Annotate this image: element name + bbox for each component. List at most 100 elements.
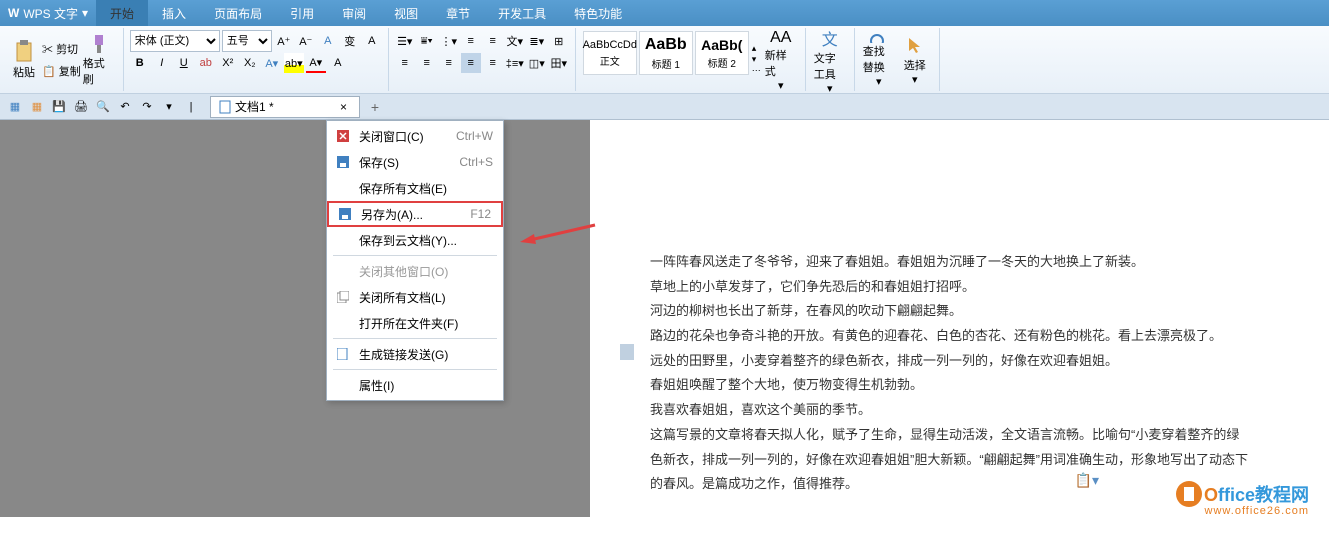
- quick-access-bar: ▦ ▦ 💾 🖨 🔍 ↶ ↷ ▾ | 文档1 * × +: [0, 94, 1329, 120]
- save-icon: [335, 154, 351, 170]
- bold-button[interactable]: B: [130, 53, 150, 73]
- text-effect-button[interactable]: A▾: [262, 53, 282, 73]
- menu-save[interactable]: 保存(S) Ctrl+S: [327, 149, 503, 175]
- menu-separator: [333, 369, 497, 370]
- document-tab[interactable]: 文档1 * ×: [210, 96, 360, 118]
- app-logo: W WPS 文字 ▾: [0, 5, 96, 22]
- menu-close-window[interactable]: 关闭窗口(C) Ctrl+W: [327, 123, 503, 149]
- qa-more-icon[interactable]: ▾: [160, 98, 178, 116]
- tab-view[interactable]: 视图: [380, 0, 432, 26]
- qa-redo-icon[interactable]: ↷: [138, 98, 156, 116]
- text-direction-button[interactable]: 文▾: [505, 31, 525, 51]
- tab-insert[interactable]: 插入: [148, 0, 200, 26]
- align-distribute-button[interactable]: ≡: [483, 53, 503, 73]
- doc-line: 我喜欢春姐姐，喜欢这个美丽的季节。: [650, 398, 1250, 423]
- italic-button[interactable]: I: [152, 53, 172, 73]
- close-all-icon: [335, 289, 351, 305]
- font-name-select[interactable]: 宋体 (正文): [130, 30, 220, 52]
- select-button[interactable]: 选择▾: [897, 30, 933, 90]
- paste-button[interactable]: 粘贴: [6, 30, 42, 90]
- align-left-button[interactable]: ≡: [395, 53, 415, 73]
- paste-icon: [14, 40, 34, 64]
- qa-save-icon[interactable]: 💾: [50, 98, 68, 116]
- qa-open-icon[interactable]: ▦: [28, 98, 46, 116]
- subscript-button[interactable]: X₂: [240, 53, 260, 73]
- shading-button[interactable]: ◫▾: [527, 53, 547, 73]
- menu-gen-link[interactable]: 生成链接发送(G): [327, 341, 503, 367]
- format-painter-button[interactable]: 格式刷: [81, 30, 117, 90]
- menu-close-others: 关闭其他窗口(O): [327, 258, 503, 284]
- font-size-select[interactable]: 五号: [222, 30, 272, 52]
- menu-save-all[interactable]: 保存所有文档(E): [327, 175, 503, 201]
- tab-start[interactable]: 开始: [96, 0, 148, 26]
- office-logo-icon: [1174, 479, 1204, 509]
- doc-line: 路边的花朵也争奇斗艳的开放。有黄色的迎春花、白色的杏花、还有粉色的桃花。看上去漂…: [650, 324, 1250, 349]
- border-button[interactable]: 田▾: [549, 53, 569, 73]
- qa-undo-icon[interactable]: ↶: [116, 98, 134, 116]
- tab-chapter[interactable]: 章节: [432, 0, 484, 26]
- save-as-icon: [337, 206, 353, 222]
- tab-button[interactable]: ⊞: [549, 31, 569, 51]
- style-scroll-up[interactable]: ▴: [752, 43, 761, 54]
- align-center-button[interactable]: ≡: [417, 53, 437, 73]
- menu-close-all[interactable]: 关闭所有文档(L): [327, 284, 503, 310]
- font-color-button[interactable]: A▾: [306, 53, 326, 73]
- doc-line: 草地上的小草发芽了，它们争先恐后的和春姐姐打招呼。: [650, 275, 1250, 300]
- menu-save-cloud[interactable]: 保存到云文档(Y)...: [327, 227, 503, 253]
- multilevel-button[interactable]: ⋮▾: [439, 31, 459, 51]
- qa-divider: |: [182, 98, 200, 116]
- qa-print-icon[interactable]: 🖨: [72, 98, 90, 116]
- align-vert-button[interactable]: ≣▾: [527, 31, 547, 51]
- bullet-list-button[interactable]: ☰▾: [395, 31, 415, 51]
- clear-format-button[interactable]: A: [362, 31, 382, 51]
- change-case-button[interactable]: A: [318, 31, 338, 51]
- cut-icon[interactable]: ✂ 剪切: [42, 41, 78, 57]
- line-spacing-button[interactable]: ‡≡▾: [505, 53, 525, 73]
- tab-reference[interactable]: 引用: [276, 0, 328, 26]
- tab-devtools[interactable]: 开发工具: [484, 0, 560, 26]
- page-side-icon: [620, 344, 634, 360]
- text-tools-button[interactable]: 文 文字工具▾: [812, 30, 848, 90]
- new-style-button[interactable]: AA 新样式▾: [763, 30, 799, 90]
- underline-button[interactable]: U: [174, 53, 194, 73]
- qa-new-icon[interactable]: ▦: [6, 98, 24, 116]
- menu-separator: [333, 255, 497, 256]
- tab-layout[interactable]: 页面布局: [200, 0, 276, 26]
- style-heading2[interactable]: AaBb( 标题 2: [695, 31, 749, 75]
- strikethrough-button[interactable]: ab: [196, 53, 216, 73]
- doc-line: 河边的柳树也长出了新芽，在春风的吹动下翩翩起舞。: [650, 299, 1250, 324]
- style-more[interactable]: ⋯: [752, 65, 761, 76]
- brush-icon: [90, 33, 108, 55]
- doc-line: 一阵阵春风送走了冬爷爷，迎来了春姐姐。春姐姐为沉睡了一冬天的大地换上了新装。: [650, 250, 1250, 275]
- char-border-button[interactable]: A: [328, 53, 348, 73]
- copy-icon[interactable]: 📋 复制: [42, 63, 81, 79]
- new-tab-button[interactable]: +: [364, 96, 386, 118]
- qa-preview-icon[interactable]: 🔍: [94, 98, 112, 116]
- style-scroll-down[interactable]: ▾: [752, 54, 761, 65]
- tab-context-menu: 关闭窗口(C) Ctrl+W 保存(S) Ctrl+S 保存所有文档(E) 另存…: [326, 120, 504, 401]
- align-justify-button[interactable]: ≡: [461, 53, 481, 73]
- menu-properties[interactable]: 属性(I): [327, 372, 503, 398]
- superscript-button[interactable]: X²: [218, 53, 238, 73]
- find-replace-button[interactable]: 查找替换▾: [861, 30, 897, 90]
- clipboard-indicator-icon[interactable]: 📋▾: [1075, 472, 1099, 489]
- close-tab-button[interactable]: ×: [336, 100, 351, 114]
- align-right-button[interactable]: ≡: [439, 53, 459, 73]
- pinyin-button[interactable]: 变: [340, 31, 360, 51]
- menu-separator: [333, 338, 497, 339]
- menu-save-as[interactable]: 另存为(A)... F12: [327, 201, 503, 227]
- style-normal[interactable]: AaBbCcDd 正文: [583, 31, 637, 75]
- search-icon: [868, 32, 890, 43]
- menu-open-folder[interactable]: 打开所在文件夹(F): [327, 310, 503, 336]
- decrease-indent-button[interactable]: ≡: [461, 31, 481, 51]
- style-heading1[interactable]: AaBb 标题 1: [639, 31, 693, 75]
- decrease-font-button[interactable]: A⁻: [296, 31, 316, 51]
- highlight-button[interactable]: ab▾: [284, 53, 304, 73]
- tab-special[interactable]: 特色功能: [560, 0, 636, 26]
- cursor-icon: [906, 35, 924, 57]
- doc-line: 春姐姐唤醒了整个大地，使万物变得生机勃勃。: [650, 373, 1250, 398]
- increase-indent-button[interactable]: ≡: [483, 31, 503, 51]
- increase-font-button[interactable]: A⁺: [274, 31, 294, 51]
- tab-review[interactable]: 审阅: [328, 0, 380, 26]
- number-list-button[interactable]: ⩸▾: [417, 31, 437, 51]
